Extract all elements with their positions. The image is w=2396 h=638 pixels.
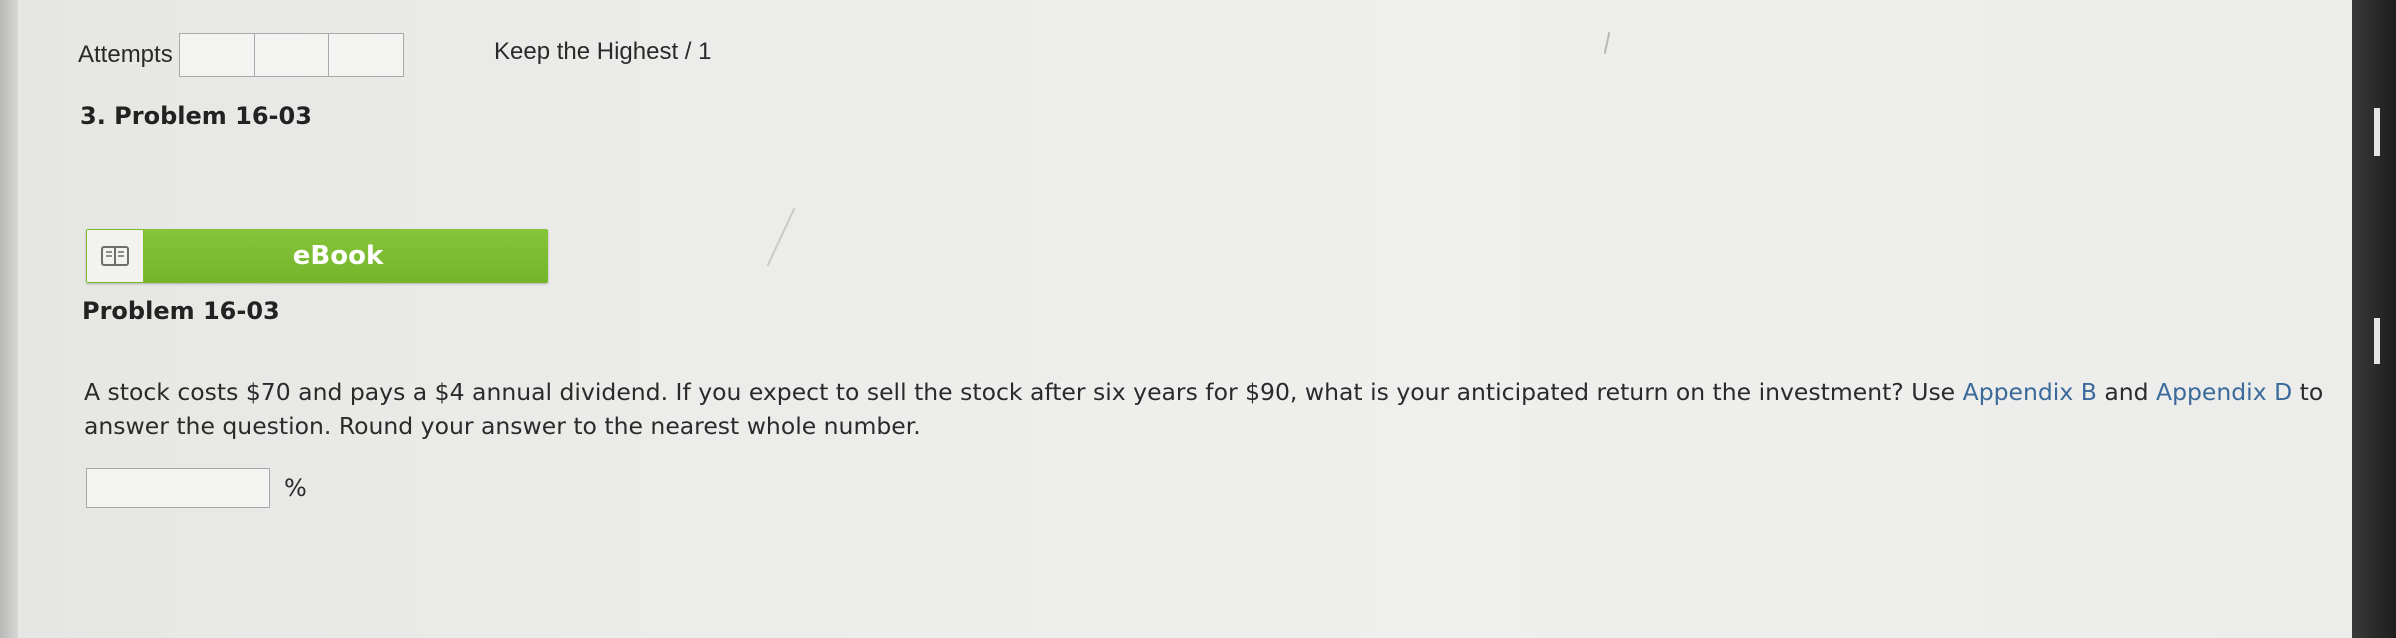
open-book-icon[interactable] [86,229,144,283]
question-text: A stock costs $70 and pays a $4 annual d… [84,375,2324,443]
ebook-button[interactable]: eBook [86,229,548,283]
attempt-box-3 [328,33,405,77]
ebook-label[interactable]: eBook [144,229,548,283]
right-edge-mark-1 [2374,108,2380,156]
problem-subtitle: Problem 16-03 [82,297,280,325]
answer-input[interactable] [86,468,270,508]
question-part-1: A stock costs $70 and pays a $4 annual d… [84,378,1963,406]
attempt-boxes [179,33,405,77]
percent-unit-label: % [284,474,307,502]
attempt-box-2 [253,33,330,77]
right-edge-strip [2352,0,2396,638]
appendix-b-link[interactable]: Appendix B [1963,378,2097,406]
attempt-box-1 [179,33,256,77]
stray-mark-2 [766,207,796,267]
attempts-label: Attempts [78,41,173,68]
problem-heading: 3. Problem 16-03 [80,102,312,130]
right-edge-mark-2 [2374,318,2380,364]
left-edge-strip [0,0,18,638]
attempts-row: Attempts [78,32,405,78]
stray-mark-1 [1603,32,1611,54]
keep-highest-label: Keep the Highest / 1 [494,38,712,65]
answer-row: % [86,468,307,508]
appendix-d-link[interactable]: Appendix D [2156,378,2292,406]
question-and: and [2096,378,2156,406]
